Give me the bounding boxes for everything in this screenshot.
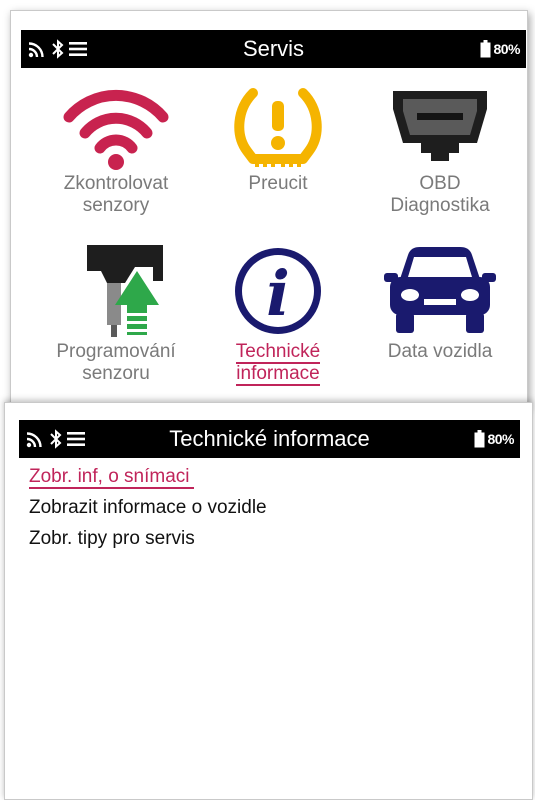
- tile-relearn[interactable]: Preucit: [198, 87, 358, 195]
- battery-icon: [474, 430, 485, 448]
- tile-vehicle-data[interactable]: Data vozidla: [360, 243, 520, 363]
- tile-label: Data vozidla: [387, 341, 493, 362]
- info-icon: i: [235, 248, 321, 334]
- list-item-vehicle-info[interactable]: Zobrazit informace o vozidle: [29, 496, 267, 520]
- tile-label: Preucit: [248, 173, 308, 194]
- wifi-icon: [63, 90, 169, 170]
- car-icon: [384, 247, 496, 333]
- status-bar: Servis 80%: [21, 30, 526, 68]
- screen-title: Servis: [242, 36, 305, 61]
- list-item-service-tips[interactable]: Zobr. tipy pro servis: [29, 527, 195, 551]
- tile-label: Programování senzoru: [56, 341, 176, 384]
- svg-text:i: i: [266, 257, 290, 330]
- screen-title: Technické informace: [169, 426, 370, 451]
- technical-info-screen: Technické informace 80% Zobr. inf, o sní…: [4, 402, 533, 800]
- servis-screen: Servis 80% Zkontrolovat senzory Preucit …: [10, 10, 528, 408]
- tile-label: Technické informace: [235, 341, 321, 386]
- battery-status: 80%: [474, 420, 514, 458]
- tile-check-sensors[interactable]: Zkontrolovat senzory: [36, 87, 196, 217]
- tile-program-sensor[interactable]: Programování senzoru: [36, 243, 196, 385]
- battery-level: 80%: [493, 41, 520, 57]
- tile-technical-info[interactable]: i Technické informace: [198, 243, 358, 386]
- sensor-program-icon: [87, 245, 163, 337]
- tile-obd-diagnostics[interactable]: OBD Diagnostika: [360, 87, 520, 217]
- battery-status: 80%: [480, 30, 520, 68]
- battery-icon: [480, 40, 491, 58]
- tile-label: Zkontrolovat senzory: [63, 173, 169, 216]
- tpms-warning-icon: [234, 88, 322, 167]
- tile-label: OBD Diagnostika: [390, 173, 490, 216]
- list-item-sensor-info[interactable]: Zobr. inf, o snímaci: [29, 465, 194, 489]
- obd-connector-icon: [393, 91, 487, 161]
- battery-level: 80%: [487, 431, 514, 447]
- status-bar: Technické informace 80%: [19, 420, 520, 458]
